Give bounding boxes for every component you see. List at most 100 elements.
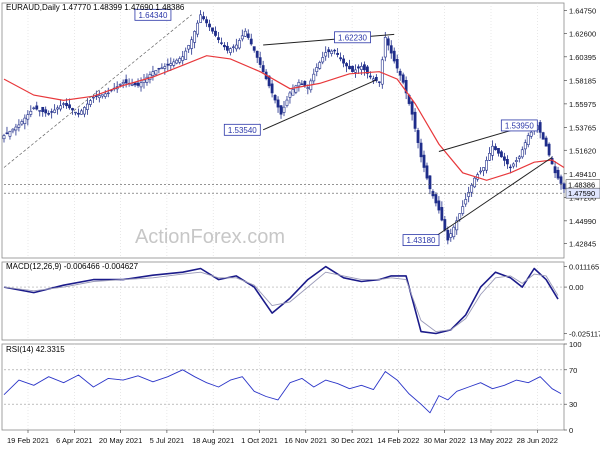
candle-body <box>383 36 387 58</box>
y-tick-label: 100 <box>569 340 582 349</box>
candle-body <box>446 229 450 241</box>
candle-body <box>526 135 530 145</box>
y-tick-label: 0 <box>569 426 573 435</box>
chart-svg: ActionForex.com 1.64340 1.62230 1.53540 1.5… <box>0 0 600 450</box>
candle-body <box>339 57 342 60</box>
candle-body <box>511 163 515 167</box>
candle-body <box>479 170 482 173</box>
candle-body <box>169 63 173 66</box>
candle-body <box>297 82 301 87</box>
candle-body <box>464 199 468 205</box>
x-tick-label: 28 Jun 2022 <box>517 436 558 445</box>
candle-body <box>428 175 432 190</box>
candle-body <box>151 71 155 77</box>
candle-body <box>2 135 6 140</box>
candle-body <box>315 67 319 72</box>
price-label-text: 1.62230 <box>338 33 367 42</box>
candle-body <box>202 16 205 20</box>
candle-body <box>211 27 214 32</box>
candle-body <box>91 96 95 99</box>
candle-body <box>398 70 402 76</box>
candle-body <box>246 33 250 38</box>
candle-body <box>258 57 262 65</box>
candle-body <box>348 65 351 70</box>
candle-body <box>124 79 128 84</box>
candle-body <box>178 58 182 63</box>
candle-body <box>166 63 170 66</box>
candle-body <box>217 37 220 41</box>
candle-body <box>503 156 506 161</box>
candle-body <box>226 45 229 51</box>
candle-body <box>449 233 453 238</box>
candle-body <box>363 64 366 71</box>
y-tick-label: 0.011165 <box>569 262 599 271</box>
candle-body <box>231 46 235 48</box>
candle-body <box>360 66 363 70</box>
candle-body <box>130 83 134 86</box>
candle-body <box>5 132 9 134</box>
candle-body <box>321 57 325 63</box>
candle-body <box>35 105 39 110</box>
candle-body <box>514 160 518 162</box>
candle-body <box>157 68 161 70</box>
candle-body <box>541 132 545 140</box>
candle-body <box>160 67 164 70</box>
x-tick-label: 30 Dec 2021 <box>331 436 374 445</box>
candle-body <box>351 65 354 72</box>
candle-body <box>416 130 420 143</box>
candle-body <box>345 63 348 67</box>
candle-body <box>342 58 345 64</box>
candle-body <box>136 82 140 86</box>
candle-body <box>86 103 89 110</box>
candle-body <box>491 145 494 156</box>
candle-body <box>282 106 286 113</box>
candle-body <box>419 142 423 158</box>
candle-body <box>368 75 372 78</box>
candle-body <box>431 191 435 197</box>
candle-body <box>252 46 256 51</box>
candle-body <box>121 82 125 85</box>
candle-body <box>508 166 512 169</box>
candle-body <box>303 81 307 87</box>
candle-body <box>187 45 191 50</box>
candle-body <box>68 104 71 109</box>
x-tick-label: 6 Apr 2021 <box>56 436 92 445</box>
y-tick-label: -0.025117 <box>569 330 600 339</box>
candle-body <box>106 92 110 95</box>
candle-body <box>199 14 202 23</box>
price-label-text: 1.64340 <box>138 11 167 20</box>
y-tick-label: 1.51620 <box>569 146 596 155</box>
candle-body <box>291 89 295 96</box>
x-tick-label: 13 May 2022 <box>469 436 512 445</box>
candle-body <box>163 66 167 69</box>
candle-body <box>279 105 283 115</box>
candle-body <box>312 73 316 82</box>
candle-body <box>228 48 232 53</box>
candle-body <box>562 183 566 190</box>
candle-body <box>8 130 12 137</box>
candle-body <box>425 165 429 179</box>
candle-body <box>306 87 310 89</box>
candle-body <box>220 42 223 44</box>
y-tick-label: 1.42845 <box>569 240 596 249</box>
x-tick-label: 1 Oct 2021 <box>241 436 278 445</box>
candle-body <box>544 137 548 147</box>
candle-body <box>50 111 54 113</box>
candle-body <box>41 106 45 113</box>
candle-body <box>327 49 331 53</box>
candle-body <box>413 111 417 129</box>
candle-body <box>488 153 491 161</box>
candle-body <box>100 94 104 97</box>
candle-body <box>559 176 563 184</box>
candle-body <box>336 52 340 55</box>
candle-body <box>482 167 485 172</box>
y-tick-label: 1.64750 <box>569 6 596 15</box>
watermark-text: ActionForex.com <box>135 226 285 248</box>
candle-body <box>11 128 15 132</box>
y-tick-label: 1.60395 <box>569 53 596 62</box>
candle-body <box>23 117 27 124</box>
candle-body <box>443 219 447 231</box>
candle-body <box>354 69 357 73</box>
candle-body <box>357 66 360 69</box>
candle-body <box>65 102 68 107</box>
